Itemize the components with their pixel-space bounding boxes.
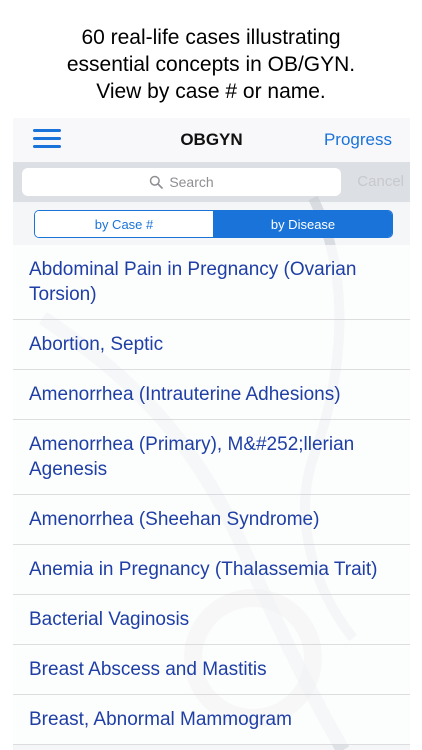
view-mode-segmented-control: by Case # by Disease [34, 210, 393, 238]
list-item[interactable]: Anemia in Pregnancy (Thalassemia Trait) [13, 545, 410, 595]
search-placeholder: Search [169, 174, 214, 190]
caption-line-2: essential concepts in OB/GYN. [66, 53, 356, 76]
app-screen: OBGYN Progress Search Cancel by Case # b… [13, 118, 410, 750]
segment-by-disease[interactable]: by Disease [214, 211, 392, 237]
hamburger-menu-icon[interactable] [33, 128, 61, 150]
list-item[interactable]: Amenorrhea (Primary), M&#252;llerian Age… [13, 420, 410, 495]
navigation-bar: OBGYN Progress [13, 118, 410, 162]
list-item[interactable]: Amenorrhea (Sheehan Syndrome) [13, 495, 410, 545]
search-input[interactable]: Search [22, 168, 341, 196]
caption-line-1: 60 real-life cases illustrating [81, 26, 341, 49]
list-item-label: Amenorrhea (Intrauterine Adhesions) [29, 384, 341, 405]
list-item[interactable]: Abortion, Septic [13, 320, 410, 370]
list-item-label: Anemia in Pregnancy (Thalassemia Trait) [29, 559, 378, 580]
caption-line-3: View by case # or name. [96, 80, 326, 103]
progress-button[interactable]: Progress [324, 130, 392, 150]
list-item[interactable]: Breast, Abnormal Mammogram [13, 695, 410, 745]
list-item-label: Amenorrhea (Primary), M&#252;llerian Age… [29, 434, 355, 480]
list-item[interactable]: Breast Abscess and Mastitis [13, 645, 410, 695]
list-item[interactable]: Abdominal Pain in Pregnancy (Ovarian Tor… [13, 245, 410, 320]
list-item-label: Amenorrhea (Sheehan Syndrome) [29, 509, 320, 530]
search-icon [150, 175, 164, 189]
list-item-label: Bacterial Vaginosis [29, 609, 190, 630]
promo-caption: 60 real-life cases illustrating essentia… [0, 0, 422, 118]
list-item[interactable]: Amenorrhea (Intrauterine Adhesions) [13, 370, 410, 420]
list-item[interactable]: Bacterial Vaginosis [13, 595, 410, 645]
list-item-label: Breast Abscess and Mastitis [29, 659, 267, 680]
list-item-label: Breast, Abnormal Mammogram [29, 709, 292, 730]
list-item-label: Abdominal Pain in Pregnancy (Ovarian Tor… [29, 259, 357, 305]
cancel-button[interactable]: Cancel [357, 173, 404, 190]
search-bar: Search Cancel [13, 162, 410, 202]
segment-by-case[interactable]: by Case # [35, 211, 214, 237]
list-item-label: Abortion, Septic [29, 334, 164, 355]
disease-list: Abdominal Pain in Pregnancy (Ovarian Tor… [13, 245, 410, 745]
